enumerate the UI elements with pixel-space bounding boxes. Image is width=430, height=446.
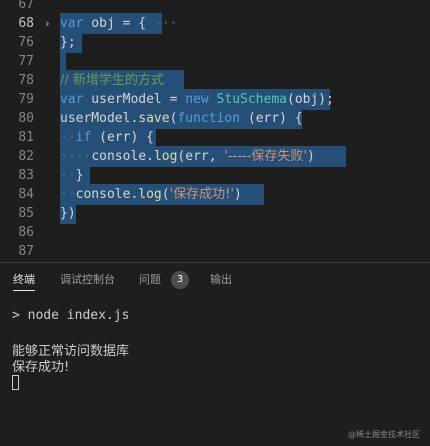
line-number: 83 [18, 168, 34, 183]
tab-output[interactable]: 输出 [210, 263, 232, 297]
code-line-82[interactable]: 82 ····console.log(err, '-----保存失败') [0, 146, 430, 167]
line-number: 77 [18, 54, 34, 69]
code-line-86[interactable]: 86 [0, 222, 430, 243]
code-line-87[interactable]: 87 [0, 241, 430, 262]
code-line-79[interactable]: 79 var userModel = new StuSchema(obj); [0, 89, 430, 110]
terminal-output-line: 能够正常访问数据库 [12, 344, 130, 359]
code-line-77[interactable]: 77 [0, 51, 430, 72]
line-number: 81 [18, 130, 34, 145]
terminal-output-line: 保存成功! [12, 360, 70, 375]
line-number: 87 [18, 244, 34, 259]
watermark: @稀土掘金技术社区 [348, 430, 420, 439]
line-number: 85 [18, 206, 34, 221]
line-number: 79 [18, 92, 34, 107]
bottom-panel: 终端 调试控制台 问题 3 输出 > node index.js 能够正常访问数… [0, 262, 430, 446]
line-number: 84 [18, 187, 34, 202]
terminal-command: > node index.js [12, 308, 130, 323]
code-line-85[interactable]: 85 }) [0, 203, 430, 224]
code-comment: // 新增学生的方式 [60, 73, 164, 88]
tab-debug-console[interactable]: 调试控制台 [60, 263, 115, 297]
code-line-83[interactable]: 83 ··} [0, 165, 430, 186]
selection-highlight [60, 51, 66, 72]
line-number: 82 [18, 149, 34, 164]
problems-count-badge: 3 [171, 271, 189, 289]
line-number: 86 [18, 225, 34, 240]
tab-problems[interactable]: 问题 [139, 263, 161, 297]
code-line-80[interactable]: 80 userModel.save(function (err) { [0, 108, 430, 129]
code-line-78[interactable]: 78 // 新增学生的方式 [0, 70, 430, 91]
line-number: 68 [18, 16, 34, 31]
code-editor[interactable]: 67 68 › var obj = { ··· 76 }; 77 78 // 新… [0, 0, 430, 262]
line-number: 78 [18, 73, 34, 88]
tab-terminal[interactable]: 终端 [13, 263, 35, 297]
terminal-cursor[interactable] [12, 375, 19, 390]
fold-chevron-icon[interactable]: › [44, 13, 54, 34]
line-number: 76 [18, 35, 34, 50]
line-number: 80 [18, 111, 34, 126]
panel-tabs: 终端 调试控制台 问题 3 输出 [0, 263, 430, 297]
code-line-76[interactable]: 76 }; [0, 32, 430, 53]
code-line-68[interactable]: 68 › var obj = { ··· [0, 13, 430, 34]
folded-ellipsis[interactable]: ··· [154, 16, 177, 31]
code-line-84[interactable]: 84 ··console.log('保存成功!') [0, 184, 430, 205]
code-line-81[interactable]: 81 ··if (err) { [0, 127, 430, 148]
